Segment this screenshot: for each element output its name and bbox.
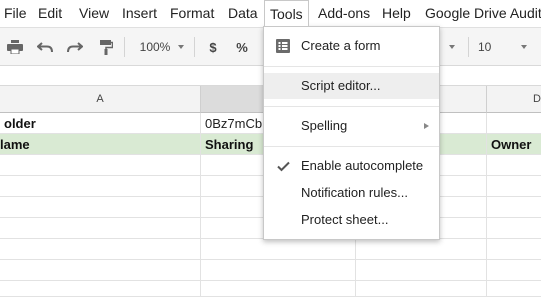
cell-a2[interactable]: lame [0, 134, 201, 155]
menu-data[interactable]: Data [223, 0, 263, 27]
menu-view[interactable]: View [74, 0, 114, 27]
menu-item-script-editor[interactable]: Script editor... [264, 73, 439, 99]
menu-bar: File Edit View Insert Format Data Tools … [0, 0, 541, 27]
print-icon [7, 40, 23, 54]
table-cell[interactable] [356, 239, 487, 260]
table-cell[interactable] [0, 176, 201, 197]
form-icon [275, 33, 291, 59]
checkmark-icon [275, 153, 291, 179]
menu-edit[interactable]: Edit [33, 0, 67, 27]
table-cell[interactable] [487, 218, 541, 239]
menu-item-label: Enable autocomplete [301, 158, 424, 173]
menu-item-notification-rules[interactable]: Notification rules... [264, 180, 439, 206]
cell-d2[interactable]: Owner [487, 134, 541, 155]
column-header-a[interactable]: A [0, 86, 201, 113]
chevron-down-icon [521, 45, 528, 49]
undo-button[interactable] [34, 28, 56, 66]
table-cell[interactable] [0, 197, 201, 218]
redo-button[interactable] [64, 28, 86, 66]
zoom-select[interactable]: 100% [134, 28, 190, 66]
menu-google-drive-audit[interactable]: Google Drive Audit [420, 0, 541, 27]
table-cell[interactable] [0, 155, 201, 176]
table-cell[interactable] [0, 281, 201, 297]
redo-icon [67, 42, 83, 53]
table-cell[interactable] [487, 176, 541, 197]
percent-label: % [236, 39, 248, 55]
cell-a1[interactable]: older [0, 113, 201, 134]
menu-help[interactable]: Help [377, 0, 416, 27]
chevron-right-icon [424, 123, 429, 129]
menu-item-protect-sheet[interactable]: Protect sheet... [264, 207, 439, 233]
menu-item-label: Script editor... [301, 78, 381, 93]
menu-item-label: Create a form [301, 38, 381, 53]
table-cell[interactable] [201, 260, 356, 281]
column-header-d[interactable]: D [487, 86, 541, 113]
print-button[interactable] [4, 28, 26, 66]
table-cell[interactable] [487, 155, 541, 176]
table-cell[interactable] [356, 260, 487, 281]
menu-item-label: Notification rules... [301, 185, 408, 200]
menu-divider [264, 106, 439, 107]
table-cell[interactable] [0, 260, 201, 281]
menu-item-spelling[interactable]: Spelling [264, 113, 439, 139]
menu-divider [264, 66, 439, 67]
table-cell[interactable] [487, 260, 541, 281]
table-cell[interactable] [487, 197, 541, 218]
currency-label: $ [209, 39, 217, 55]
chevron-down-icon [449, 45, 455, 49]
font-size-value: 10 [478, 40, 492, 54]
table-cell[interactable] [356, 281, 487, 297]
menu-insert[interactable]: Insert [117, 0, 162, 27]
menu-divider [264, 146, 439, 147]
paint-format-button[interactable] [95, 28, 117, 66]
toolbar-divider [468, 37, 469, 57]
currency-format-button[interactable]: $ [202, 28, 224, 66]
menu-item-label: Protect sheet... [301, 212, 389, 227]
toolbar-divider [194, 37, 195, 57]
menu-format[interactable]: Format [165, 0, 219, 27]
menu-file[interactable]: File [0, 0, 32, 27]
menu-addons[interactable]: Add-ons [313, 0, 375, 27]
zoom-value: 100% [139, 40, 171, 54]
percent-format-button[interactable]: % [231, 28, 253, 66]
table-cell[interactable] [0, 218, 201, 239]
menu-item-create-form[interactable]: Create a form [264, 33, 439, 59]
menu-item-enable-autocomplete[interactable]: Enable autocomplete [264, 153, 439, 179]
tools-menu-dropdown: Create a form Script editor... Spelling … [263, 26, 440, 240]
menu-tools[interactable]: Tools [264, 0, 309, 26]
menu-item-label: Spelling [301, 118, 348, 133]
undo-icon [37, 42, 53, 53]
chevron-down-icon [178, 45, 185, 49]
font-size-select[interactable]: 10 [478, 28, 534, 66]
font-select-dropdown[interactable] [442, 28, 462, 66]
table-cell[interactable] [487, 239, 541, 260]
toolbar-divider [124, 37, 125, 57]
cell-d1[interactable] [487, 113, 541, 134]
table-cell[interactable] [487, 281, 541, 297]
table-cell[interactable] [201, 281, 356, 297]
paint-format-icon [100, 40, 113, 55]
table-cell[interactable] [0, 239, 201, 260]
table-cell[interactable] [201, 239, 356, 260]
